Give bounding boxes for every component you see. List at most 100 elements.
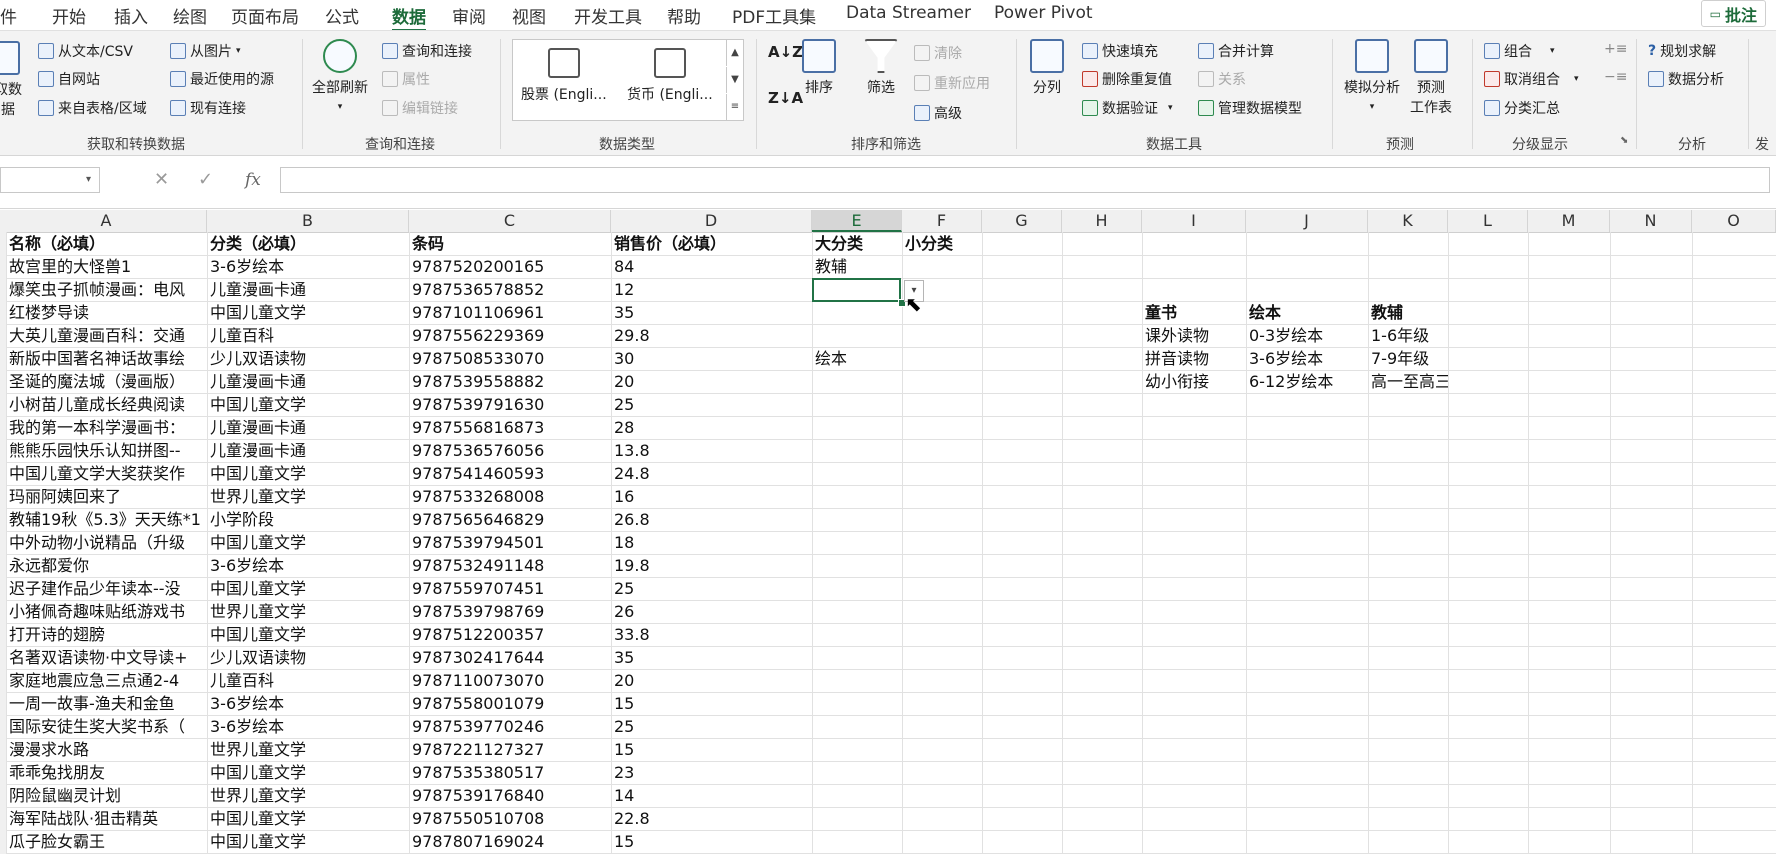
data-cell[interactable]: 家庭地震应急三点通2-4 <box>6 669 207 692</box>
data-cell[interactable]: 15 <box>611 830 812 853</box>
active-cell[interactable] <box>812 278 901 302</box>
hide-detail-button[interactable]: −≡ <box>1604 69 1627 85</box>
gallery-more-icon[interactable]: ≡ <box>726 94 743 120</box>
column-header-F[interactable]: F <box>902 210 982 232</box>
lookup-cell[interactable]: 6-12岁绘本 <box>1246 370 1368 393</box>
comment-button[interactable]: ▭ 批注 <box>1700 0 1766 27</box>
forecast-sheet-button[interactable]: 预测 工作表 <box>1410 39 1452 117</box>
tab-1[interactable]: 开始 <box>52 3 86 28</box>
data-cell[interactable]: 9787539791630 <box>409 393 611 416</box>
remove-duplicates-button[interactable]: 删除重复值 <box>1082 69 1172 89</box>
data-cell[interactable]: 世界儿童文学 <box>207 485 409 508</box>
data-cell[interactable]: 35 <box>611 646 812 669</box>
tab-10[interactable]: 帮助 <box>667 3 701 28</box>
data-cell[interactable]: 9787520200165 <box>409 255 611 278</box>
data-cell[interactable]: 30 <box>611 347 812 370</box>
data-cell[interactable]: 乖乖兔找朋友 <box>6 761 207 784</box>
data-cell[interactable]: 9787101106961 <box>409 301 611 324</box>
column-header-B[interactable]: B <box>207 210 409 232</box>
tab-5[interactable]: 公式 <box>325 3 359 28</box>
data-cell[interactable]: 14 <box>611 784 812 807</box>
tab-13[interactable]: Power Pivot <box>994 3 1093 23</box>
data-cell[interactable]: 13.8 <box>611 439 812 462</box>
lookup-cell[interactable]: 高一至高三 <box>1368 370 1448 393</box>
column-header-N[interactable]: N <box>1610 210 1692 232</box>
header-cell[interactable]: 条码 <box>409 232 611 255</box>
refresh-all-button[interactable]: 全部刷新 ▾ <box>312 39 368 113</box>
formula-input[interactable] <box>280 167 1770 193</box>
data-cell[interactable]: 迟子建作品少年读本--没 <box>6 577 207 600</box>
tab-0[interactable]: 件 <box>0 3 17 28</box>
enter-icon[interactable]: ✓ <box>198 167 213 193</box>
data-cell[interactable]: 9787532491148 <box>409 554 611 577</box>
data-cell[interactable]: 红楼梦导读 <box>6 301 207 324</box>
ungroup-button[interactable]: 取消组合 ▾ <box>1484 69 1579 89</box>
data-cell[interactable]: 新版中国著名神话故事绘 <box>6 347 207 370</box>
data-cell[interactable]: 儿童百科 <box>207 669 409 692</box>
show-detail-button[interactable]: +≡ <box>1604 41 1627 57</box>
data-cell[interactable]: 25 <box>611 577 812 600</box>
data-cell[interactable]: 3-6岁绘本 <box>207 554 409 577</box>
gallery-scroll-down-icon[interactable]: ▼ <box>726 67 743 93</box>
data-cell[interactable]: 世界儿童文学 <box>207 738 409 761</box>
data-cell[interactable]: 圣诞的魔法城（漫画版） <box>6 370 207 393</box>
data-cell[interactable]: 中国儿童文学 <box>207 807 409 830</box>
data-cell[interactable]: 一周一故事-渔夫和金鱼 <box>6 692 207 715</box>
data-cell[interactable]: 爆笑虫子抓帧漫画：电风 <box>6 278 207 301</box>
data-cell[interactable]: 26 <box>611 600 812 623</box>
group-button[interactable]: 组合 ▾ <box>1484 41 1555 61</box>
consolidate-button[interactable]: 合并计算 <box>1198 41 1274 61</box>
data-cell[interactable]: 海军陆战队·狙击精英 <box>6 807 207 830</box>
data-cell[interactable]: 儿童漫画卡通 <box>207 416 409 439</box>
data-cell[interactable]: 22.8 <box>611 807 812 830</box>
data-cell[interactable]: 3-6岁绘本 <box>207 715 409 738</box>
tab-11[interactable]: PDF工具集 <box>732 3 816 28</box>
lookup-header-cell[interactable]: 童书 <box>1142 301 1246 324</box>
get-data-button[interactable]: 取数 据 <box>0 41 22 119</box>
outline-dialog-launcher-icon[interactable]: ⬊ <box>1620 135 1628 146</box>
data-cell[interactable]: 儿童百科 <box>207 324 409 347</box>
data-cell[interactable]: 9787550510708 <box>409 807 611 830</box>
recent-sources-button[interactable]: 最近使用的源 <box>170 69 274 89</box>
column-header-H[interactable]: H <box>1062 210 1142 232</box>
header-cell[interactable]: 大分类 <box>812 232 902 255</box>
header-cell[interactable]: 名称（必填） <box>6 232 207 255</box>
currencies-button[interactable]: 货币 (Engli... <box>627 48 713 104</box>
sort-z-a-button[interactable]: Z↓A <box>768 89 803 107</box>
data-cell[interactable]: 18 <box>611 531 812 554</box>
edit-links-button[interactable]: 编辑链接 <box>382 98 458 118</box>
column-header-M[interactable]: M <box>1528 210 1610 232</box>
data-cell[interactable]: 中国儿童文学 <box>207 623 409 646</box>
data-cell[interactable]: 9787558001079 <box>409 692 611 715</box>
lookup-cell[interactable]: 1-6年级 <box>1368 324 1448 347</box>
worksheet-grid[interactable]: 名称（必填） 分类（必填） 条码 销售价（必填） 大分类 小分类 故宫里的大怪兽1 3-6岁绘… <box>0 232 1776 854</box>
tab-9[interactable]: 开发工具 <box>574 3 642 28</box>
data-cell[interactable]: 25 <box>611 393 812 416</box>
data-cell[interactable]: 中国儿童文学 <box>207 301 409 324</box>
header-cell[interactable]: 销售价（必填） <box>611 232 812 255</box>
clear-filter-button[interactable]: 清除 <box>914 43 962 63</box>
header-cell[interactable]: 小分类 <box>902 232 982 255</box>
lookup-cell[interactable]: 7-9年级 <box>1368 347 1448 370</box>
column-header-G[interactable]: G <box>982 210 1062 232</box>
data-cell[interactable]: 15 <box>611 692 812 715</box>
data-cell[interactable]: 中国儿童文学 <box>207 577 409 600</box>
data-cell[interactable]: 中外动物小说精品（升级 <box>6 531 207 554</box>
data-cell[interactable]: 20 <box>611 370 812 393</box>
data-cell[interactable]: 永远都爱你 <box>6 554 207 577</box>
data-cell[interactable]: 阴险鼠幽灵计划 <box>6 784 207 807</box>
data-cell[interactable]: 打开诗的翅膀 <box>6 623 207 646</box>
data-cell[interactable]: 9787565646829 <box>409 508 611 531</box>
data-cell[interactable]: 小猪佩奇趣味贴纸游戏书 <box>6 600 207 623</box>
data-cell[interactable]: 12 <box>611 278 812 301</box>
cancel-icon[interactable]: ✕ <box>154 167 169 193</box>
data-analysis-button[interactable]: 数据分析 <box>1648 69 1724 89</box>
data-cell[interactable]: 9787559707451 <box>409 577 611 600</box>
data-cell[interactable]: 9787512200357 <box>409 623 611 646</box>
data-cell[interactable]: 9787539794501 <box>409 531 611 554</box>
data-cell[interactable]: 漫漫求水路 <box>6 738 207 761</box>
lookup-header-cell[interactable]: 教辅 <box>1368 301 1448 324</box>
advanced-filter-button[interactable]: 高级 <box>914 103 962 123</box>
data-cell[interactable]: 20 <box>611 669 812 692</box>
properties-button[interactable]: 属性 <box>382 69 430 89</box>
